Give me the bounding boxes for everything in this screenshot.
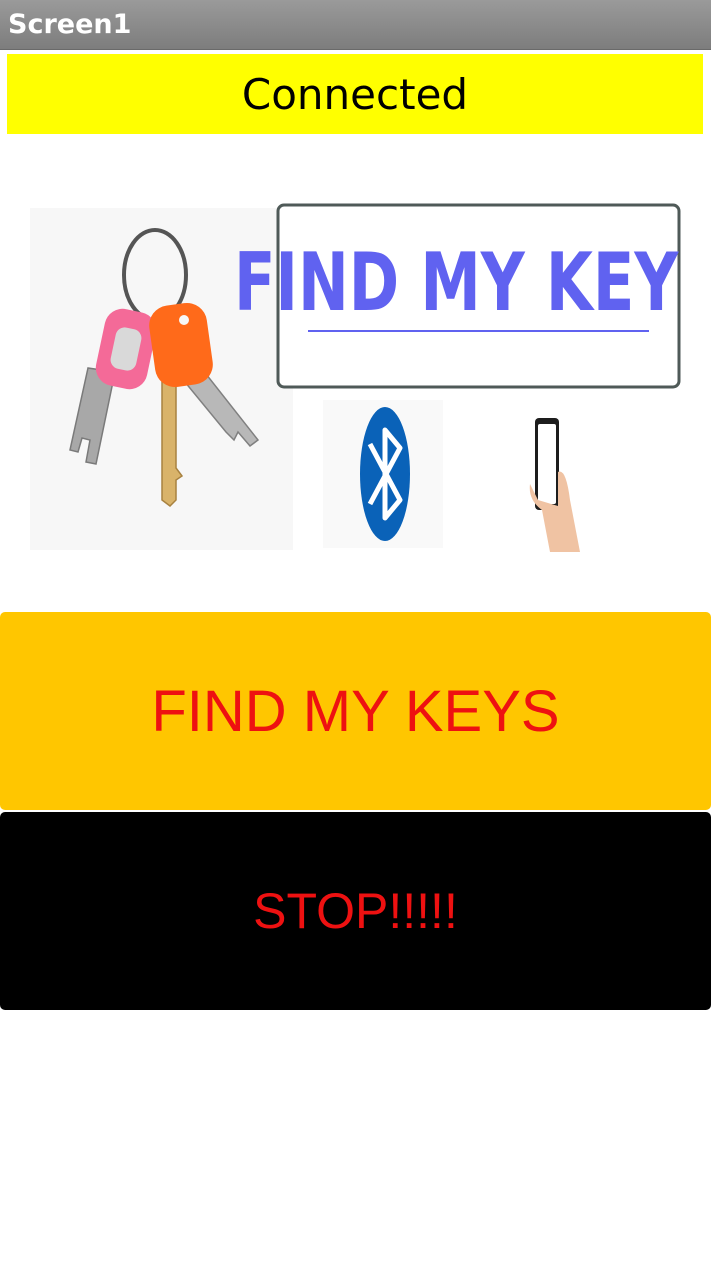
title-bar: Screen1 [0, 0, 711, 50]
find-my-keys-button[interactable]: FIND MY KEYS [0, 612, 711, 810]
phone-in-hand-image [529, 418, 580, 552]
connection-status-label: Connected [7, 54, 703, 134]
stop-button[interactable]: STOP!!!!! [0, 812, 711, 1010]
find-my-keys-logo: FIND MY KEYS [234, 203, 682, 389]
svg-text:FIND MY KEYS: FIND MY KEYS [234, 235, 682, 329]
screen-title: Screen1 [8, 9, 132, 40]
find-my-keys-banner-image: FIND MY KEYS [30, 203, 682, 552]
bluetooth-icon [323, 400, 443, 548]
